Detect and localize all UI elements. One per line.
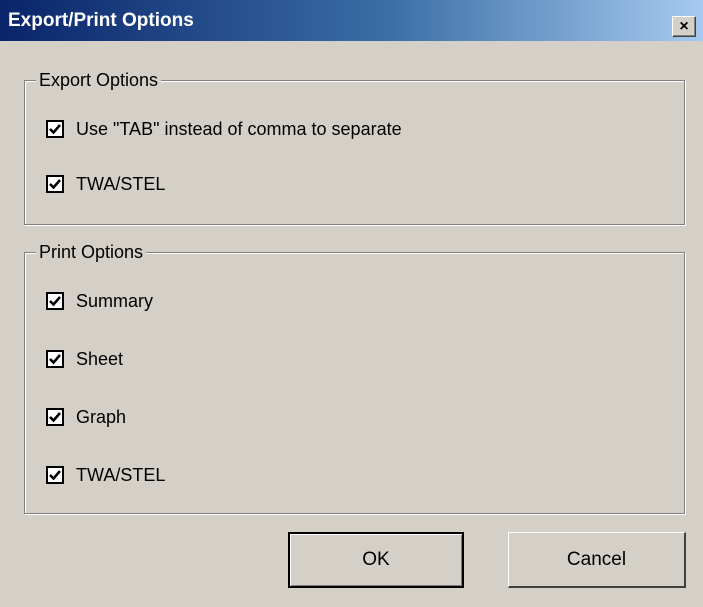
print-summary-label: Summary: [76, 291, 154, 311]
checkmark-icon: [49, 354, 61, 365]
print-graph-label: Graph: [76, 407, 127, 427]
print-summary-checkbox[interactable]: [46, 292, 64, 310]
export-twa-stel-label: TWA/STEL: [76, 174, 166, 194]
print-options-legend: Print Options: [36, 242, 147, 262]
print-sheet-label: Sheet: [76, 349, 124, 369]
cancel-button[interactable]: Cancel: [508, 532, 686, 588]
checkmark-icon: [49, 124, 61, 135]
dialog-title: Export/Print Options: [8, 10, 194, 31]
checkmark-icon: [49, 412, 61, 423]
export-print-dialog: Export/Print Options × Export Options Us…: [0, 0, 703, 607]
print-options-group: Print Options Summary Sheet Graph TWA/ST…: [24, 242, 685, 514]
close-button[interactable]: ×: [672, 16, 696, 37]
export-twa-stel-checkbox[interactable]: [46, 175, 64, 193]
close-icon: ×: [679, 18, 689, 35]
print-twa-stel-label: TWA/STEL: [76, 465, 166, 485]
print-sheet-checkbox[interactable]: [46, 350, 64, 368]
export-tab-separator-label: Use "TAB" instead of comma to separate: [76, 119, 402, 139]
export-tab-separator-checkbox[interactable]: [46, 120, 64, 138]
ok-button[interactable]: OK: [288, 532, 464, 588]
export-options-legend: Export Options: [36, 70, 162, 90]
export-options-group: Export Options Use "TAB" instead of comm…: [24, 70, 685, 225]
checkmark-icon: [49, 470, 61, 481]
checkmark-icon: [49, 296, 61, 307]
checkmark-icon: [49, 179, 61, 190]
title-bar[interactable]: Export/Print Options ×: [0, 0, 703, 41]
print-twa-stel-checkbox[interactable]: [46, 466, 64, 484]
print-graph-checkbox[interactable]: [46, 408, 64, 426]
